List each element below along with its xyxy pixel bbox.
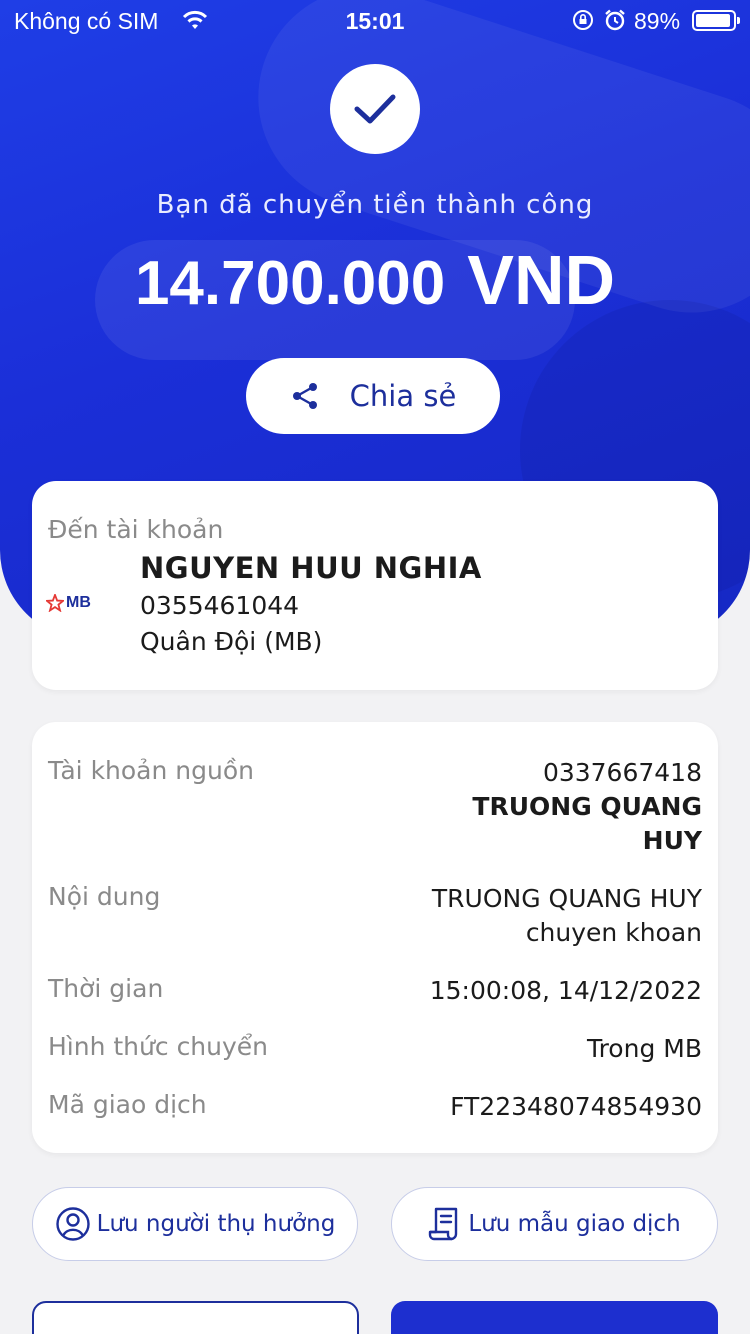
detail-row-content: Nội dung TRUONG QUANG HUY chuyen khoan [48, 882, 702, 952]
alarm-icon [605, 9, 625, 31]
success-message: Bạn đã chuyển tiền thành công [156, 190, 594, 220]
recipient-name: NGUYEN HUU NGHIA [140, 551, 482, 585]
source-account: 0337667418 [542, 758, 702, 787]
source-value: 0337667418 TRUONG QUANG HUY [472, 756, 702, 858]
amount-currency: VND [467, 241, 616, 319]
secondary-action-button[interactable] [32, 1301, 359, 1334]
share-label: Chia sẻ [349, 379, 457, 413]
txid-label: Mã giao dịch [48, 1090, 207, 1119]
source-name-line2: HUY [642, 826, 702, 855]
content-line1: TRUONG QUANG HUY [431, 884, 702, 913]
share-icon [292, 383, 317, 409]
star-icon [46, 594, 64, 612]
detail-row-txid: Mã giao dịch FT22348074854930 [48, 1090, 702, 1124]
save-recipient-label: Lưu người thụ hưởng [96, 1211, 336, 1237]
source-label: Tài khoản nguồn [48, 756, 254, 785]
content-value: TRUONG QUANG HUY chuyen khoan [432, 882, 702, 950]
recipient-label: Đến tài khoản [48, 515, 224, 544]
save-recipient-button[interactable]: Lưu người thụ hưởng [32, 1187, 358, 1261]
transfer-amount: 14.700.000 VND [0, 240, 750, 320]
user-icon [55, 1207, 90, 1241]
time-value: 15:00:08, 14/12/2022 [429, 976, 702, 1005]
receipt-icon [429, 1207, 458, 1241]
mb-logo-text: MB [66, 594, 91, 611]
save-template-button[interactable]: Lưu mẫu giao dịch [391, 1187, 718, 1261]
time-label: Thời gian [48, 974, 164, 1003]
transaction-details-card: Tài khoản nguồn 0337667418 TRUONG QUANG … [32, 722, 718, 1153]
save-template-label: Lưu mẫu giao dịch [468, 1211, 681, 1237]
rotation-lock-icon [573, 10, 593, 30]
battery-percent: 89% [634, 8, 681, 34]
success-check-icon [330, 64, 420, 154]
recipient-bank: Quân Đội (MB) [140, 627, 323, 656]
detail-row-source: Tài khoản nguồn 0337667418 TRUONG QUANG … [48, 756, 702, 856]
method-label: Hình thức chuyển [48, 1032, 269, 1061]
source-name-line1: TRUONG QUANG [472, 792, 702, 821]
amount-value: 14.700.000 [134, 249, 446, 318]
content-label: Nội dung [48, 882, 161, 911]
method-value: Trong MB [586, 1034, 702, 1063]
recipient-card: Đến tài khoản MB NGUYEN HUU NGHIA 035546… [32, 481, 718, 690]
mb-bank-logo: MB [46, 593, 98, 613]
detail-row-method: Hình thức chuyển Trong MB [48, 1032, 702, 1066]
recipient-account: 0355461044 [140, 591, 300, 620]
primary-action-button[interactable] [391, 1301, 718, 1334]
content-line2: chuyen khoan [525, 918, 702, 947]
txid-value: FT22348074854930 [450, 1092, 702, 1121]
share-button[interactable]: Chia sẻ [246, 358, 500, 434]
detail-row-time: Thời gian 15:00:08, 14/12/2022 [48, 974, 702, 1008]
battery-icon [692, 10, 740, 31]
status-bar: Không có SIM 15:01 89% [0, 0, 750, 42]
